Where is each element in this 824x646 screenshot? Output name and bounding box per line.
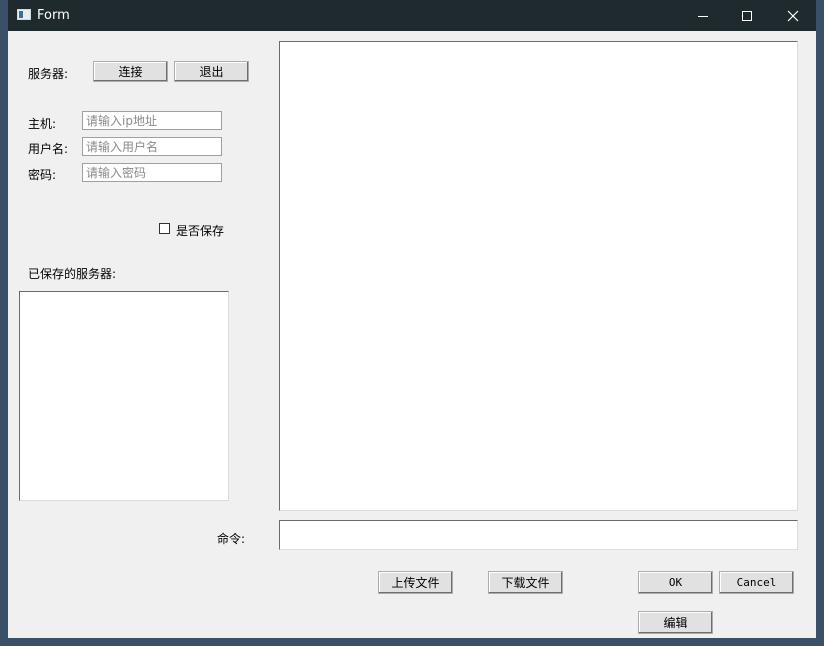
- title-bar[interactable]: Form: [8, 0, 816, 31]
- output-text-area[interactable]: [279, 41, 798, 511]
- password-label: 密码:: [28, 168, 57, 182]
- connect-button[interactable]: 连接: [93, 61, 168, 82]
- download-file-button[interactable]: 下载文件: [488, 571, 563, 594]
- upload-file-button[interactable]: 上传文件: [378, 571, 453, 594]
- window-title: Form: [37, 8, 70, 23]
- edit-button[interactable]: 编辑: [638, 611, 713, 634]
- saved-servers-label: 已保存的服务器:: [28, 267, 117, 281]
- command-input[interactable]: [279, 520, 798, 550]
- ok-button[interactable]: OK: [638, 571, 713, 594]
- host-input[interactable]: [82, 111, 222, 130]
- form-window: Form 服务器: 连接 退出 主机: 用户名: 密码: 是否保存 已保存的服务…: [8, 0, 816, 638]
- save-checkbox-label[interactable]: 是否保存: [176, 222, 224, 239]
- minimize-icon: [698, 15, 708, 17]
- cancel-button[interactable]: Cancel: [719, 571, 794, 594]
- maximize-icon: [742, 10, 752, 21]
- minimize-button[interactable]: [680, 0, 726, 31]
- command-label: 命令:: [217, 532, 246, 546]
- save-checkbox[interactable]: [159, 223, 170, 234]
- exit-button[interactable]: 退出: [174, 61, 249, 82]
- maximize-button[interactable]: [724, 0, 770, 31]
- username-input[interactable]: [82, 137, 222, 156]
- app-icon: [17, 9, 31, 20]
- server-label: 服务器:: [28, 67, 69, 81]
- password-input[interactable]: [82, 163, 222, 182]
- close-button[interactable]: [770, 0, 816, 31]
- close-icon: [787, 10, 799, 21]
- username-label: 用户名:: [28, 142, 69, 156]
- host-label: 主机:: [28, 117, 57, 131]
- saved-servers-list[interactable]: [19, 291, 229, 501]
